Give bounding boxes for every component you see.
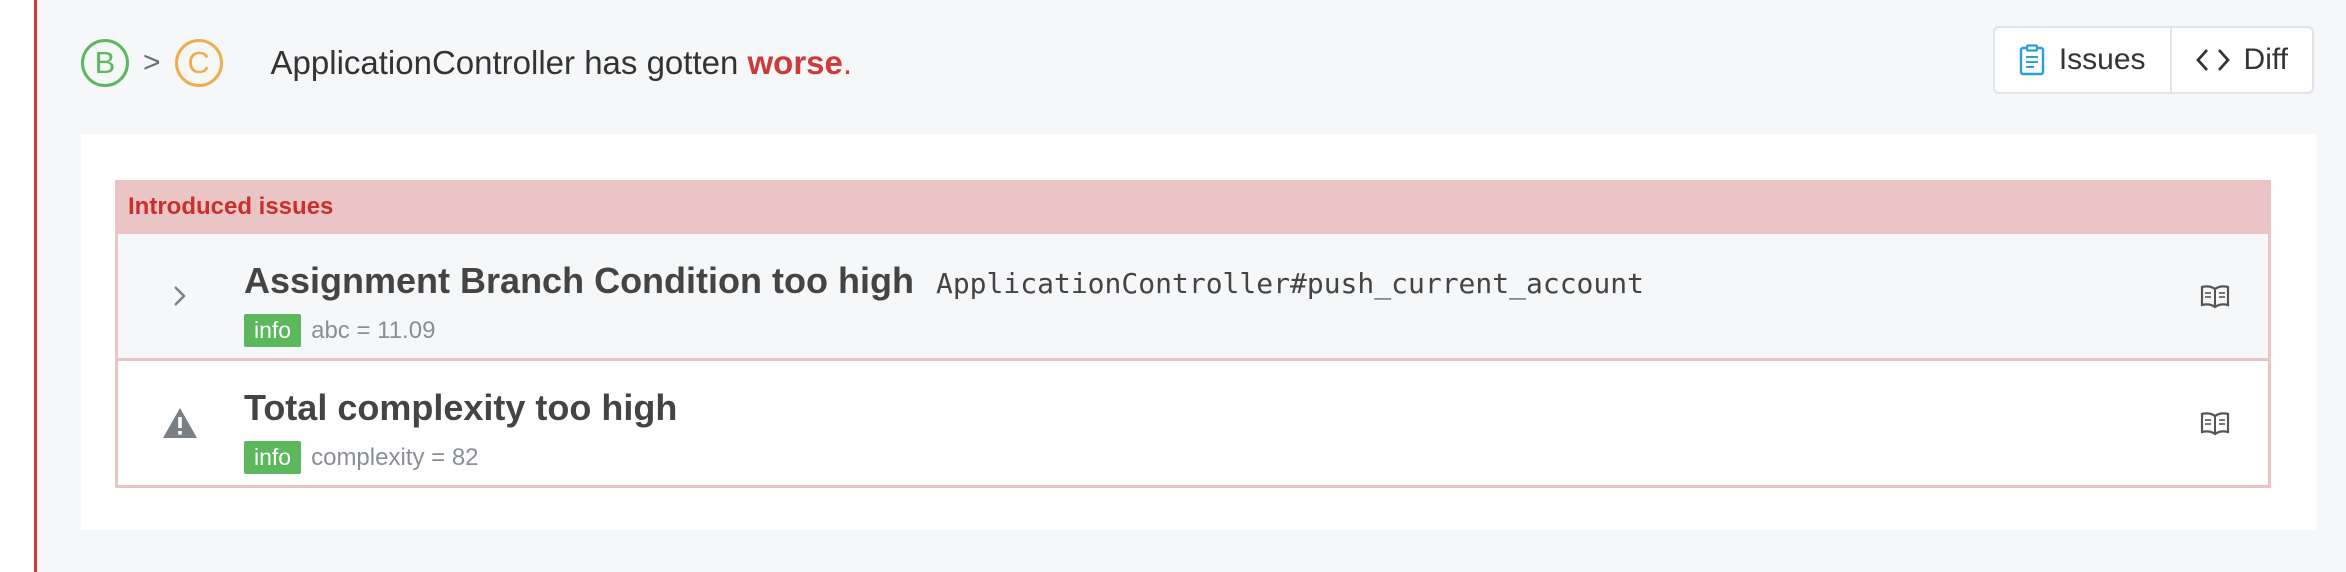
- issue-meta: info complexity = 82: [244, 441, 479, 474]
- issue-row[interactable]: Assignment Branch Condition too high App…: [118, 231, 2268, 358]
- chevron-right-icon[interactable]: [158, 234, 202, 358]
- warning-icon: [158, 361, 202, 485]
- summary-text: ApplicationController has gotten worse.: [271, 44, 853, 82]
- issue-title-row: Total complexity too high: [244, 387, 699, 429]
- introduced-issues-box: Introduced issues Assignment Branch Cond…: [115, 180, 2271, 488]
- grade-to-badge: C: [174, 39, 223, 87]
- issue-metric: complexity = 82: [311, 443, 479, 471]
- book-icon[interactable]: [2200, 361, 2230, 485]
- issue-title: Total complexity too high: [244, 387, 678, 428]
- issue-title-row: Assignment Branch Condition too high App…: [244, 260, 1644, 302]
- severity-badge: info: [244, 441, 302, 474]
- view-toggle-group: Issues Diff: [1992, 26, 2314, 94]
- grade-from-badge: B: [81, 39, 129, 87]
- clipboard-icon: [2019, 44, 2045, 76]
- grade-separator: >: [143, 46, 161, 79]
- summary-period: .: [842, 44, 853, 81]
- issues-button-label: Issues: [2058, 43, 2146, 76]
- diff-button-label: Diff: [2243, 43, 2288, 76]
- issues-card: Introduced issues Assignment Branch Cond…: [81, 134, 2317, 530]
- book-icon[interactable]: [2200, 234, 2230, 358]
- summary-subject: ApplicationController: [270, 44, 576, 81]
- comparison-header: B > C ApplicationController has gotten w…: [81, 34, 852, 92]
- severity-badge: info: [244, 314, 302, 347]
- summary-verb: has gotten: [575, 44, 748, 81]
- introduced-issues-heading: Introduced issues: [128, 193, 334, 220]
- issues-button[interactable]: Issues: [1995, 28, 2170, 92]
- code-brackets-icon: [2195, 46, 2230, 74]
- issue-location: ApplicationController#push_current_accou…: [935, 267, 1644, 300]
- issue-metric: abc = 11.09: [311, 316, 436, 344]
- comparison-panel: B > C ApplicationController has gotten w…: [34, 0, 2346, 572]
- diff-button[interactable]: Diff: [2169, 28, 2312, 92]
- issue-title: Assignment Branch Condition too high: [244, 260, 914, 301]
- summary-status: worse: [747, 44, 843, 81]
- issue-meta: info abc = 11.09: [244, 314, 435, 347]
- issue-row[interactable]: Total complexity too high info complexit…: [118, 358, 2268, 485]
